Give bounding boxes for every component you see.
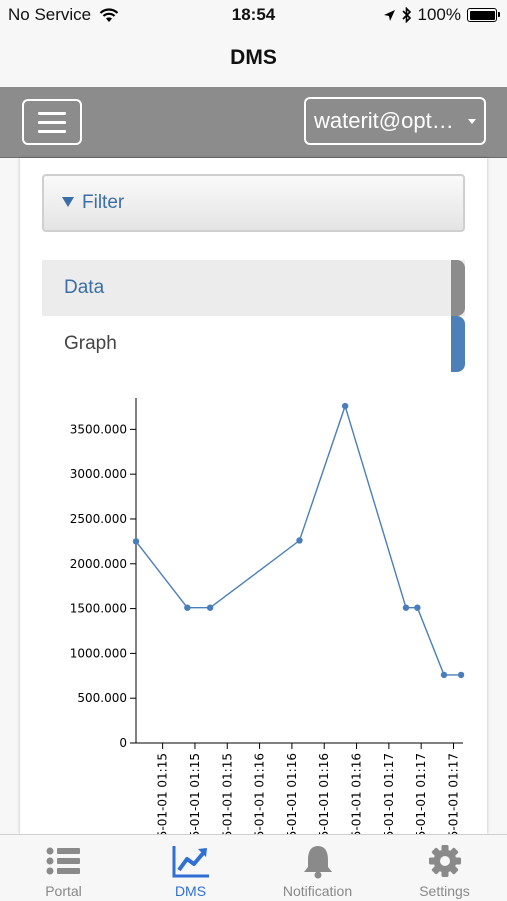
x-tick-label: 5-01-01 01:16 [317,753,331,834]
y-tick-label: 500.000 [77,691,127,705]
y-tick-label: 1500.000 [70,602,127,616]
tabbar-label: Portal [45,883,82,899]
tabbar-item-dms[interactable]: DMS [127,835,254,901]
page-title: DMS [0,32,507,87]
data-point [296,537,303,544]
bell-icon [304,846,332,879]
data-point [206,604,214,611]
data-point [440,671,448,679]
x-tick-label: 5-01-01 01:15 [220,753,234,834]
tabbar-label: Notification [282,883,353,899]
y-tick-label: 0 [119,736,127,750]
menu-line [38,120,66,124]
battery-icon [467,8,500,22]
x-tick-label: 5-01-01 01:17 [446,753,460,834]
app-header: waterit@opt… [0,87,507,158]
tabbar-item-notification[interactable]: Notification [254,835,381,901]
y-tick-label: 2500.000 [70,512,127,526]
list-icon [46,847,80,875]
menu-line [38,111,66,115]
x-tick-label: 5-01-01 01:15 [188,753,202,834]
x-tick-label: 5-01-01 01:15 [156,753,170,834]
x-tick-label: 5-01-01 01:16 [253,753,267,834]
battery-percent: 100% [417,5,461,24]
x-tick-label: 5-01-01 01:17 [382,753,396,834]
y-tick-label: 3000.000 [70,467,127,481]
gear-icon [429,845,461,877]
line-chart: 0 500.000 1000.000 1500.000 2000.000 2500.000… [70,398,465,834]
tab-bar: Portal DMS Notification Settings [0,834,507,901]
data-point [414,604,421,611]
account-value: waterit@opt… [314,108,454,133]
data-point [457,671,465,679]
data-point [132,538,140,545]
account-select[interactable]: waterit@opt… [304,97,486,145]
chart-icon [172,846,209,878]
main-content: Filter Data Graph 0 500.000 1000.000 1500.0… [20,158,487,834]
y-tick-label: 3500.000 [70,422,127,436]
data-point [402,604,410,611]
tabbar-label: DMS [174,883,207,899]
tabbar-label: Settings [419,883,470,899]
caret-down-icon [468,119,476,124]
x-tick-label: 5-01-01 01:16 [350,753,364,834]
x-tick-label: 5-01-01 01:17 [414,753,428,834]
location-icon [383,9,395,21]
tabbar-item-portal[interactable]: Portal [0,835,127,901]
y-tick-label: 2000.000 [70,557,127,571]
data-point [341,402,349,410]
y-tick-label: 1000.000 [70,646,127,660]
x-tick-label: 5-01-01 01:16 [285,753,299,834]
data-point [184,604,191,611]
menu-line [38,129,66,133]
bluetooth-icon [401,7,411,23]
hamburger-menu-button[interactable] [22,99,82,145]
tabbar-item-settings[interactable]: Settings [381,835,507,901]
status-bar: No Service 18:54 100% [0,0,507,32]
